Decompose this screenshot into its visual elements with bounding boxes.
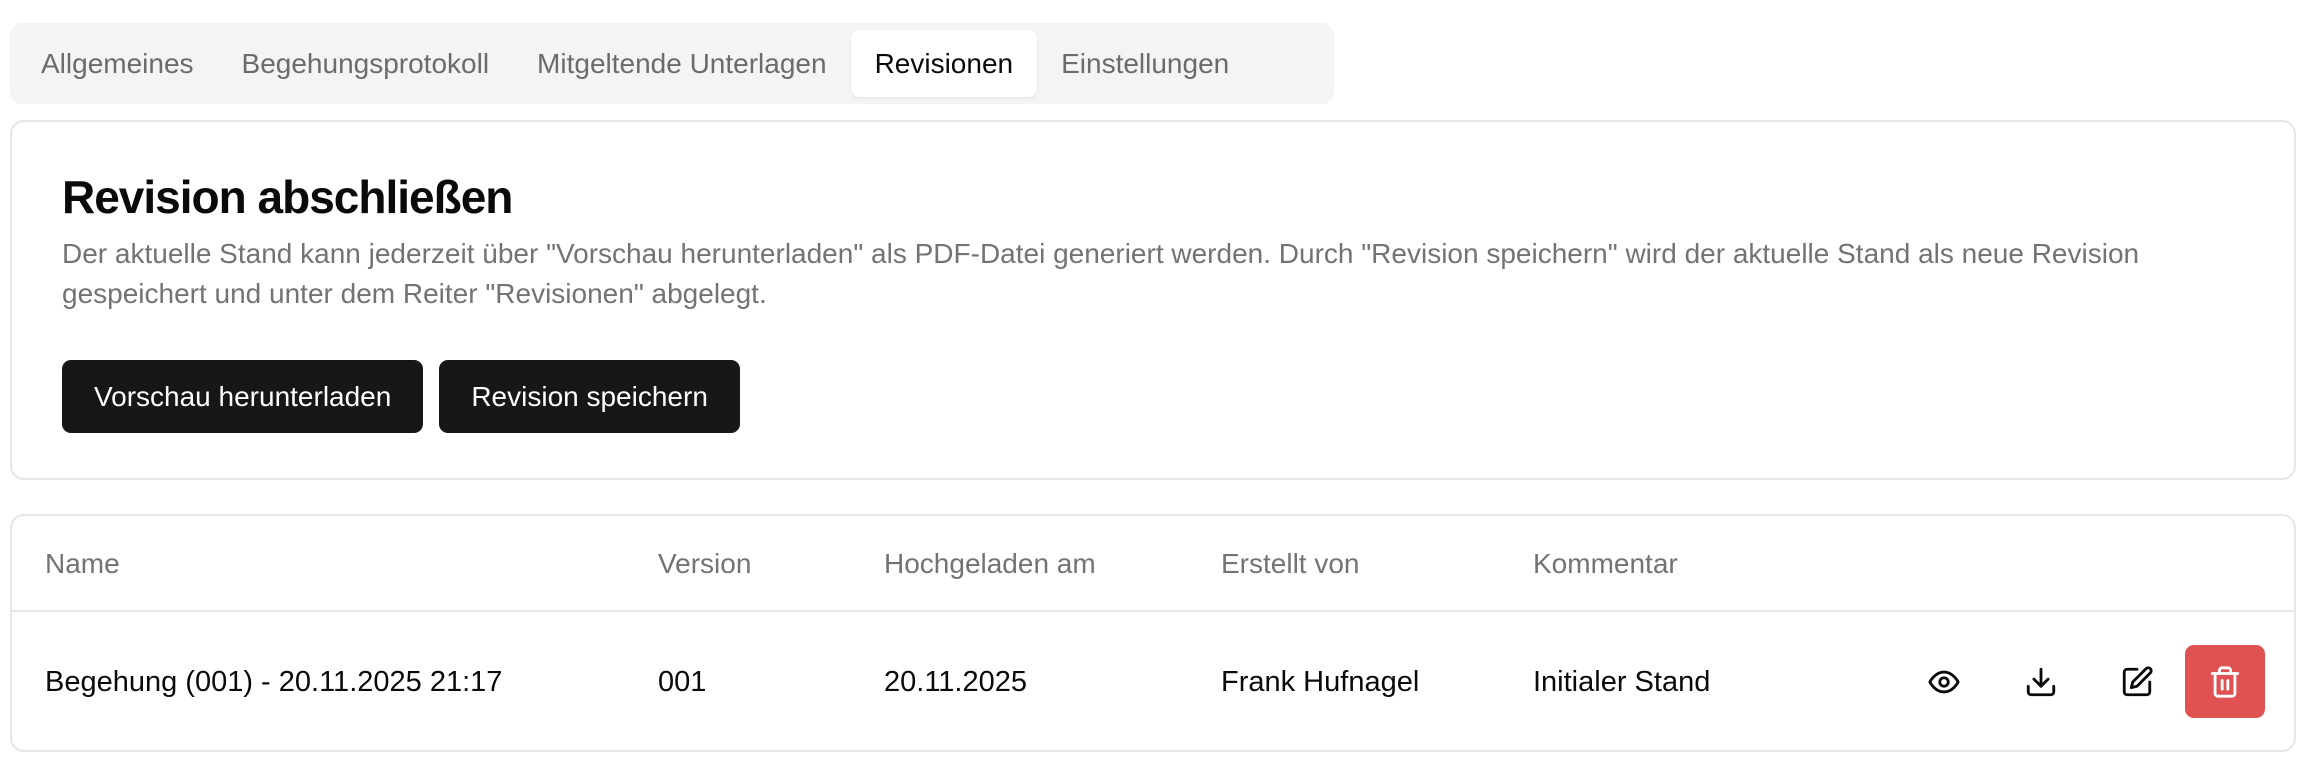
save-revision-button[interactable]: Revision speichern bbox=[439, 360, 740, 433]
tab-revisionen[interactable]: Revisionen bbox=[850, 30, 1038, 97]
tab-mitgeltende-unterlagen[interactable]: Mitgeltende Unterlagen bbox=[513, 30, 851, 97]
column-header-version: Version bbox=[658, 548, 752, 579]
column-header-comment: Kommentar bbox=[1533, 548, 1678, 579]
cell-created-by: Frank Hufnagel bbox=[1221, 665, 1420, 698]
cell-version: 001 bbox=[658, 665, 707, 698]
card-actions: Vorschau herunterladen Revision speicher… bbox=[62, 360, 740, 433]
tab-einstellungen[interactable]: Einstellungen bbox=[1037, 30, 1253, 97]
revision-card: Revision abschließen Der aktuelle Stand … bbox=[10, 120, 2296, 480]
preview-download-button[interactable]: Vorschau herunterladen bbox=[62, 360, 424, 433]
card-description: Der aktuelle Stand kann jederzeit über "… bbox=[62, 238, 2140, 309]
eye-icon bbox=[1928, 670, 1960, 693]
cell-comment: Initialer Stand bbox=[1533, 665, 1711, 698]
revisions-table: Name Version Hochgeladen am Erstellt von… bbox=[10, 514, 2296, 752]
tab-allgemeines[interactable]: Allgemeines bbox=[17, 30, 218, 97]
cell-uploaded: 20.11.2025 bbox=[884, 665, 1027, 698]
edit-button[interactable] bbox=[2097, 645, 2177, 718]
tab-begehungsprotokoll[interactable]: Begehungsprotokoll bbox=[218, 30, 514, 97]
table-row: Begehung (001) - 20.11.2025 21:17 001 20… bbox=[12, 612, 2294, 750]
card-title: Revision abschließen bbox=[62, 171, 513, 223]
download-icon bbox=[2026, 667, 2056, 696]
tab-bar: Allgemeines Begehungsprotokoll Mitgelten… bbox=[10, 23, 1334, 104]
view-button[interactable] bbox=[1904, 645, 1984, 718]
trash-icon bbox=[2210, 665, 2240, 698]
download-button[interactable] bbox=[2001, 645, 2081, 718]
cell-name: Begehung (001) - 20.11.2025 21:17 bbox=[45, 665, 503, 698]
column-header-uploaded: Hochgeladen am bbox=[884, 548, 1096, 579]
column-header-created-by: Erstellt von bbox=[1221, 548, 1360, 579]
delete-button[interactable] bbox=[2185, 645, 2265, 718]
column-header-name: Name bbox=[45, 548, 120, 579]
table-header: Name Version Hochgeladen am Erstellt von… bbox=[12, 516, 2294, 612]
edit-icon bbox=[2122, 665, 2153, 696]
